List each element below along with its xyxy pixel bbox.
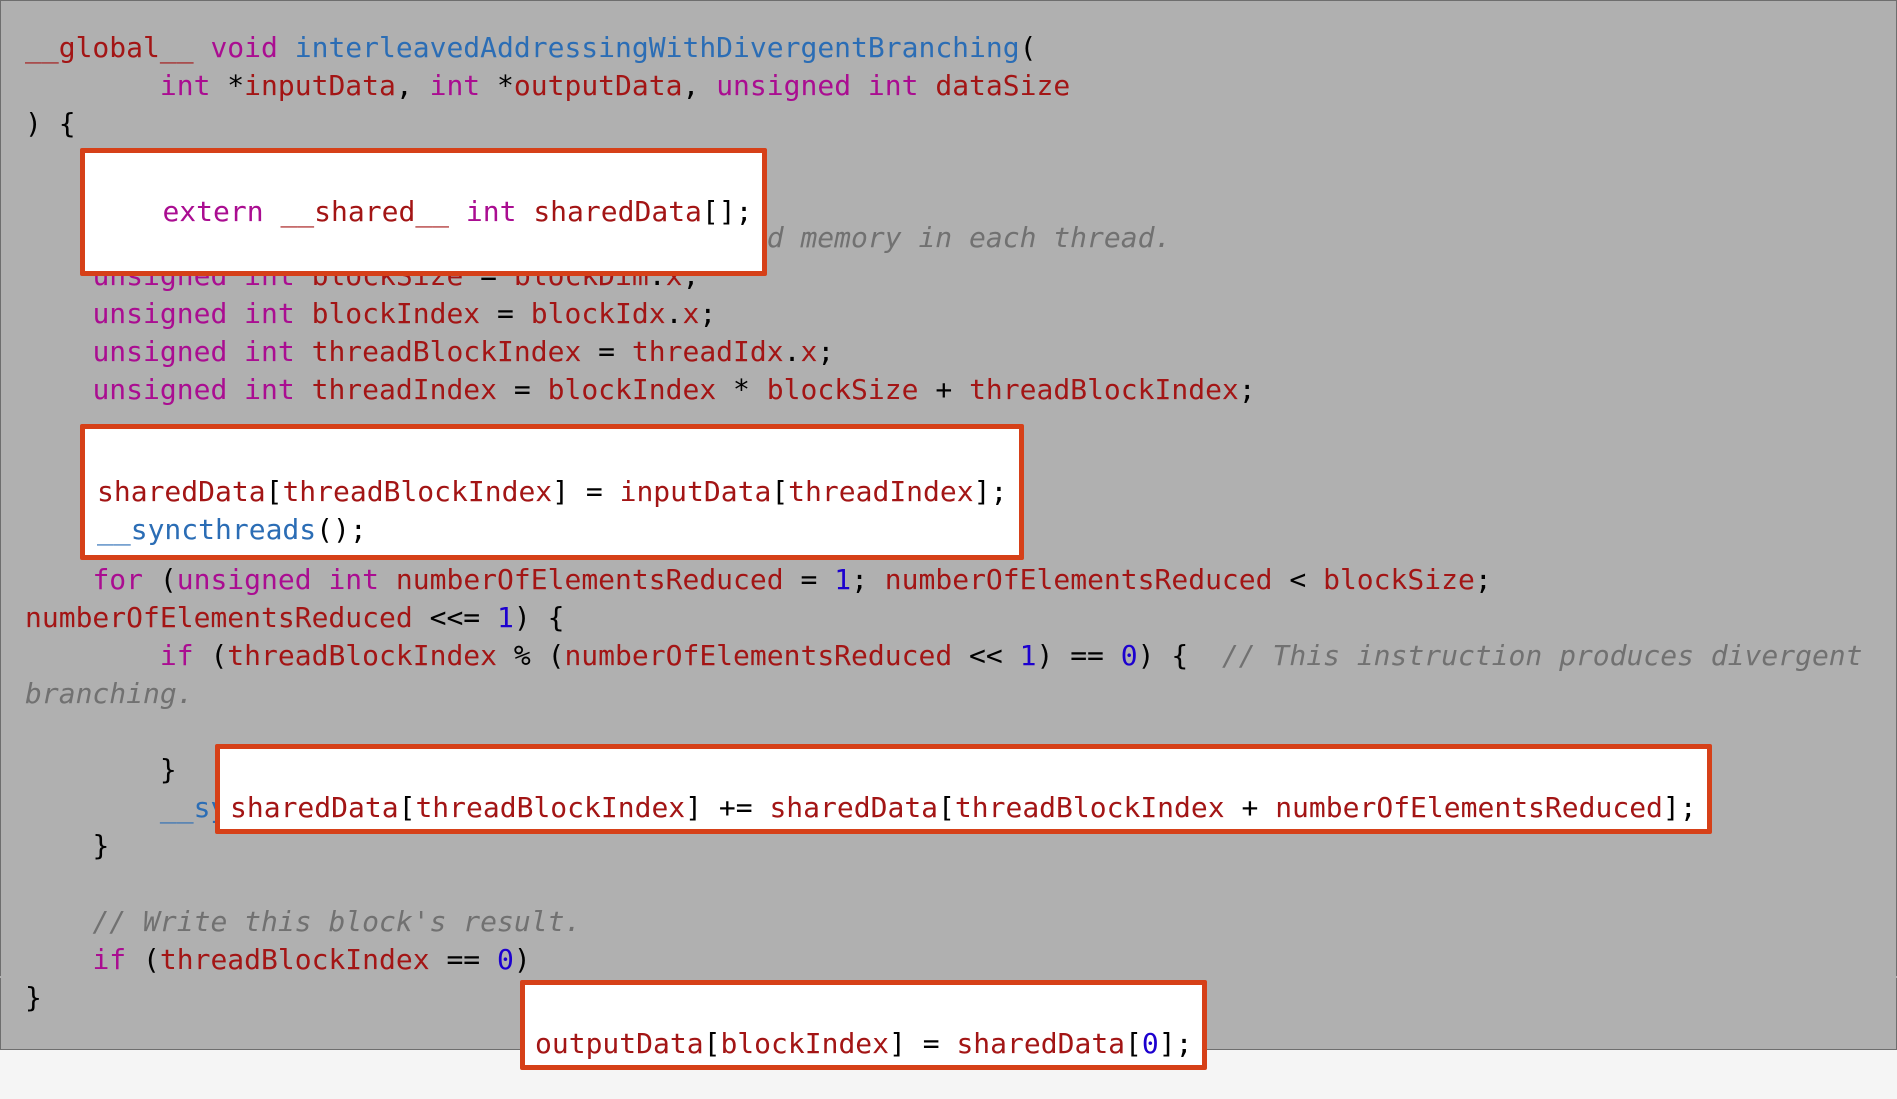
highlight3-placeholder [25,715,42,748]
comment-write: // Write this block's result. [25,905,581,938]
void-keyword: void [210,31,277,64]
params: int *inputData, int *outputData, unsigne… [25,69,1070,102]
if-line: if (threadBlockIndex % (numberOfElements… [25,639,1879,710]
stage: __global__ void interleavedAddressingWit… [0,0,1897,1099]
close-if: } [25,753,177,786]
global-keyword: __global__ [25,31,194,64]
highlight-load-sync: sharedData[threadBlockIndex] = inputData… [80,424,1024,560]
highlight-output-write: outputData[blockIndex] = sharedData[0]; [520,980,1207,1070]
line-blockindex: unsigned int blockIndex = blockIdx.x; [25,297,716,330]
for-line: for (unsigned int numberOfElementsReduce… [25,563,1509,634]
line-threadblockindex: unsigned int threadBlockIndex = threadId… [25,335,834,368]
line-threadindex: unsigned int threadIndex = blockIndex * … [25,373,1256,406]
close-function: } [25,981,42,1014]
highlight2-placeholder [25,411,42,444]
open-brace: ) { [25,107,76,140]
close-for: } [25,829,109,862]
highlight-reduction-step: sharedData[threadBlockIndex] += sharedDa… [215,744,1712,834]
divider-line [0,976,1897,978]
function-name: interleavedAddressingWithDivergentBranch… [295,31,1020,64]
final-if: if (threadBlockIndex == 0) [25,943,548,976]
highlight-shared-decl: extern __shared__ int sharedData[]; [80,148,767,276]
